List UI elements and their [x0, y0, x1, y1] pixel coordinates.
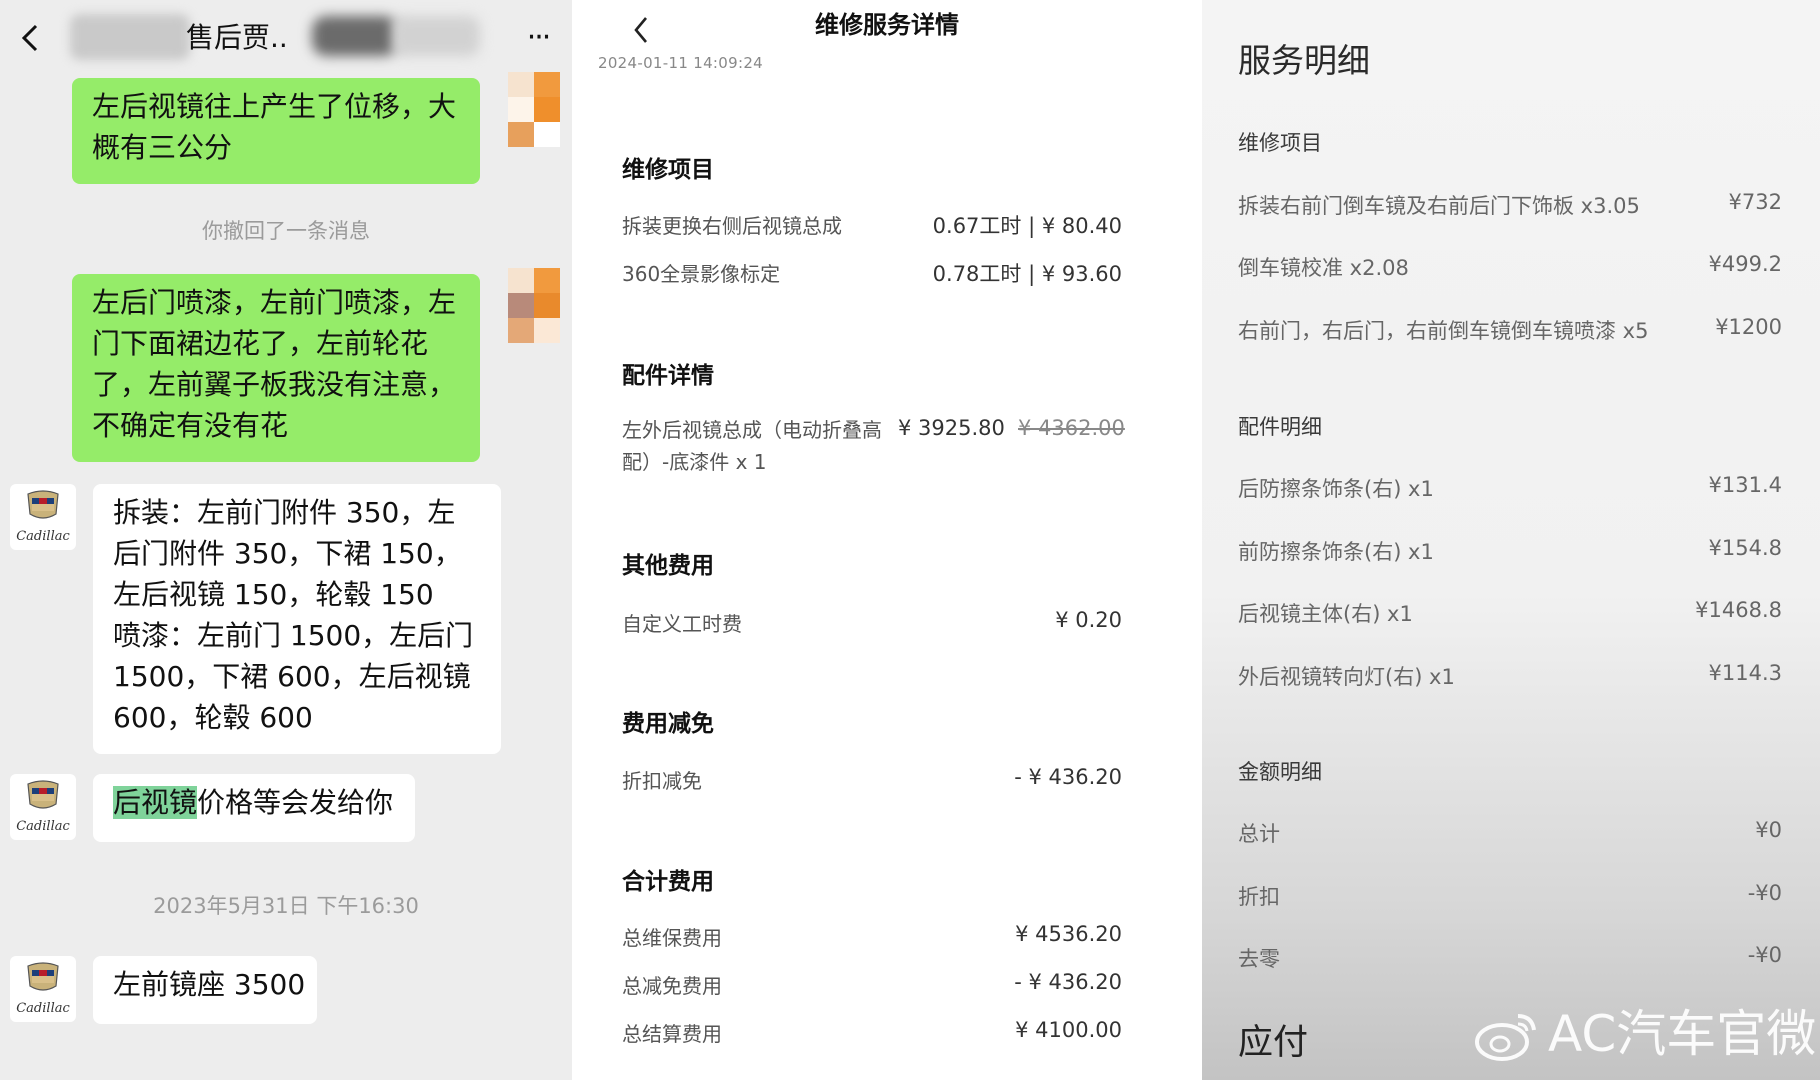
- list-item: 倒车镜校准 x2.08 ¥499.2: [1238, 252, 1782, 280]
- service-detail-panel: 服务明细 维修项目 拆装右前门倒车镜及右前后门下饰板 x3.05 ¥732 倒车…: [1202, 0, 1820, 1080]
- self-avatar[interactable]: [508, 72, 560, 148]
- section-discount: 费用减免: [622, 711, 714, 737]
- payable-label: 应付: [1238, 1023, 1309, 1063]
- list-item: 总计 ¥0: [1238, 818, 1782, 846]
- chat-header: 售后贾.. ···: [0, 0, 572, 76]
- self-avatar[interactable]: [508, 268, 560, 344]
- section-repair-items: 维修项目: [1238, 131, 1322, 155]
- message-text: 价格等会发给你: [197, 786, 394, 819]
- blurred-name-left: [70, 14, 190, 60]
- watermark-text: AC汽车官微: [1548, 1005, 1817, 1063]
- more-options-icon[interactable]: ···: [518, 18, 558, 58]
- list-item: 总结算费用 ¥ 4100.00: [622, 1018, 1122, 1046]
- cadillac-avatar[interactable]: Cadillac: [10, 484, 76, 550]
- repair-detail-panel: 维修服务详情 2024-01-11 14:09:24 维修项目 拆装更换右侧后视…: [572, 0, 1202, 1080]
- avatar-brand: Cadillac: [16, 819, 70, 834]
- avatar-brand: Cadillac: [16, 1001, 70, 1016]
- search-highlight: 后视镜: [113, 786, 198, 819]
- cadillac-avatar[interactable]: Cadillac: [10, 956, 76, 1022]
- list-item: 折扣 -¥0: [1238, 881, 1782, 909]
- message-bubble[interactable]: 左前镜座 3500: [93, 956, 317, 1024]
- list-item: 折扣减免 - ¥ 436.20: [622, 765, 1122, 793]
- message-bubble[interactable]: 左后视镜往上产生了位移，大概有三公分: [72, 78, 480, 184]
- order-timestamp: 2024-01-11 14:09:24: [598, 54, 764, 72]
- recall-notice: 你撤回了一条消息: [202, 219, 370, 243]
- timestamp-divider: 2023年5月31日 下午16:30: [153, 894, 419, 918]
- chat-panel: 售后贾.. ··· 左后视镜往上产生了位移，大概有三公分 你撤回了一条消息 左后…: [0, 0, 572, 1080]
- list-item: 外后视镜转向灯(右) x1 ¥114.3: [1238, 661, 1782, 689]
- list-item: 前防擦条饰条(右) x1 ¥154.8: [1238, 536, 1782, 564]
- chat-title: 售后贾..: [186, 21, 288, 54]
- list-item: 后防擦条饰条(右) x1 ¥131.4: [1238, 473, 1782, 501]
- section-other-fees: 其他费用: [622, 553, 714, 579]
- list-item: 拆装更换右侧后视镜总成 0.67工时 | ¥ 80.40: [622, 214, 1122, 238]
- list-item: 去零 -¥0: [1238, 943, 1782, 971]
- list-item: 拆装右前门倒车镜及右前后门下饰板 x3.05 ¥732: [1238, 190, 1782, 218]
- list-item: 总维保费用 ¥ 4536.20: [622, 922, 1122, 950]
- list-item: 总减免费用 - ¥ 436.20: [622, 970, 1122, 998]
- section-parts: 配件详情: [622, 363, 714, 389]
- section-total: 合计费用: [622, 869, 714, 895]
- back-arrow-icon[interactable]: [14, 18, 48, 58]
- list-item: 右前门，右后门，右前倒车镜倒车镜喷漆 x5 ¥1200: [1238, 315, 1782, 343]
- message-bubble[interactable]: 左后门喷漆，左前门喷漆，左门下面裙边花了，左前轮花了，左前翼子板我没有注意，不确…: [72, 274, 480, 462]
- weibo-icon: [1475, 1014, 1536, 1061]
- cadillac-avatar[interactable]: Cadillac: [10, 774, 76, 840]
- list-item: 自定义工时费 ¥ 0.20: [622, 608, 1122, 636]
- avatar-brand: Cadillac: [16, 529, 70, 544]
- list-item: 后视镜主体(右) x1 ¥1468.8: [1238, 598, 1782, 626]
- blurred-name-tail: [392, 16, 480, 56]
- part-original-price: ¥ 4362.00: [1018, 416, 1125, 440]
- page-title: 服务明细: [1238, 41, 1370, 80]
- message-bubble[interactable]: 后视镜价格等会发给你: [93, 774, 415, 842]
- page-title: 维修服务详情: [815, 11, 959, 39]
- part-price: ¥ 3925.80: [898, 416, 1005, 440]
- section-amount: 金额明细: [1238, 760, 1322, 784]
- list-item: 360全景影像标定 0.78工时 | ¥ 93.60: [622, 262, 1122, 286]
- message-bubble[interactable]: 拆装：左前门附件 350，左后门附件 350，下裙 150，左后视镜 150，轮…: [93, 484, 501, 754]
- blurred-name-right: [312, 16, 398, 56]
- section-repair-items: 维修项目: [622, 157, 714, 183]
- part-name: 左外后视镜总成（电动折叠高配）-底漆件 x 1: [622, 418, 882, 474]
- section-parts: 配件明细: [1238, 415, 1322, 439]
